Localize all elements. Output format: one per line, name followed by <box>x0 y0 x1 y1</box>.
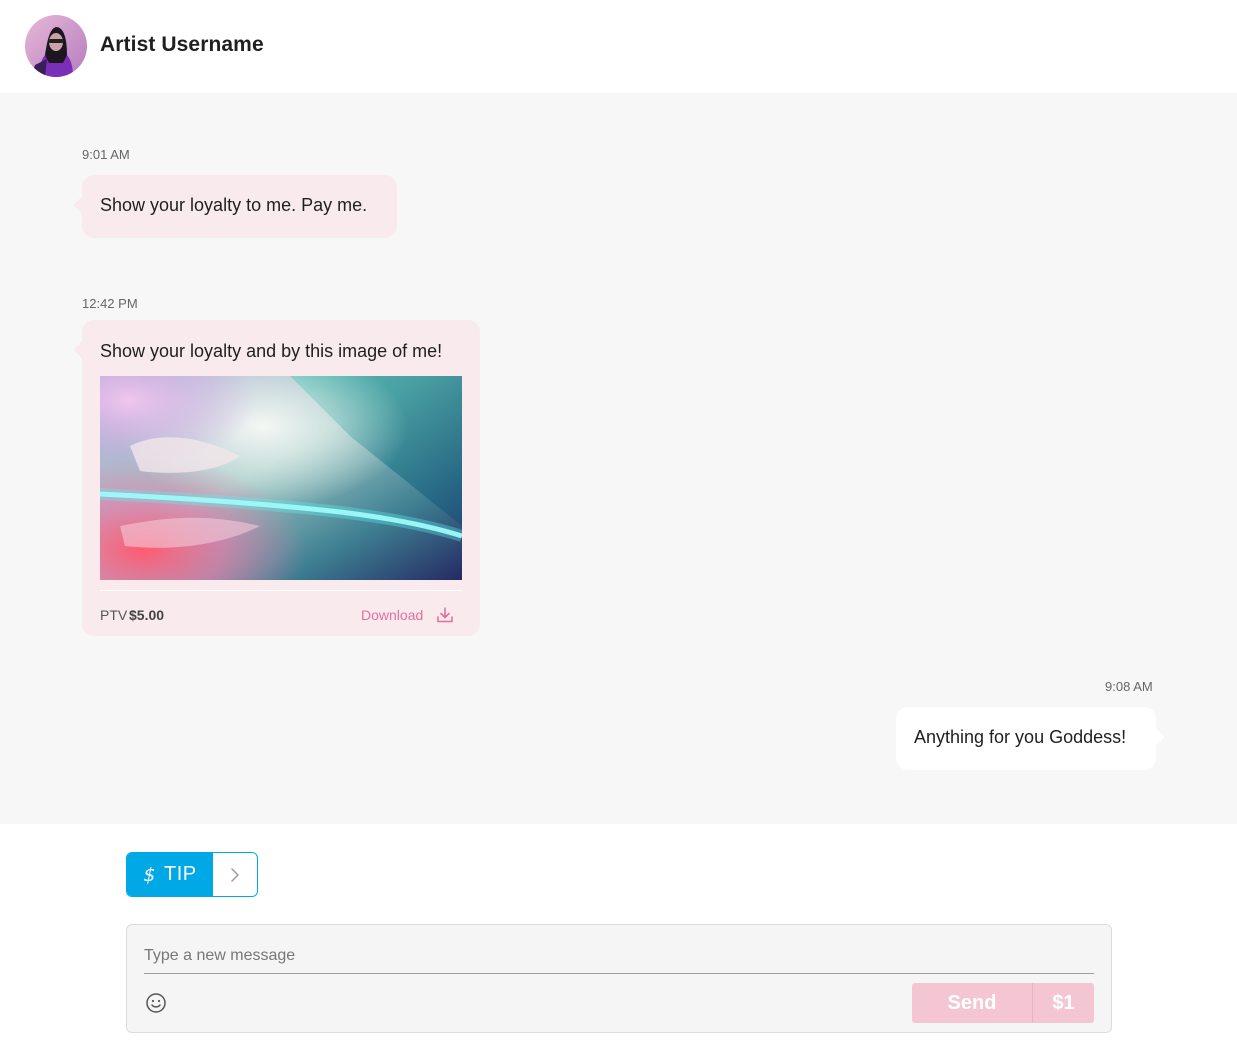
send-group: Send $1 <box>912 983 1094 1023</box>
avatar-image <box>25 15 87 77</box>
message-composer: Send $1 <box>126 924 1112 1033</box>
download-label: Download <box>361 607 424 623</box>
message-timestamp: 12:42 PM <box>82 296 138 311</box>
incoming-message-bubble: Show your loyalty to me. Pay me. <box>82 175 397 238</box>
ptv-label: PTV <box>100 607 128 623</box>
outgoing-message-bubble: Anything for you Goddess! <box>896 707 1156 770</box>
smiley-icon[interactable] <box>145 992 167 1014</box>
message-thread[interactable]: 9:01 AM Show your loyalty to me. Pay me.… <box>0 93 1237 824</box>
tip-expand-button[interactable] <box>213 853 257 896</box>
send-button[interactable]: Send <box>912 983 1033 1023</box>
download-icon <box>437 607 454 623</box>
message-image[interactable] <box>100 376 462 580</box>
tip-label: TIP <box>163 863 197 885</box>
message-text: Anything for you Goddess! <box>914 727 1127 747</box>
message-timestamp: 9:08 AM <box>1105 679 1153 694</box>
chat-header: Artist Username <box>0 0 1237 93</box>
dollar-icon: $ <box>143 863 156 886</box>
download-button[interactable]: Download <box>361 604 454 626</box>
chevron-right-icon <box>231 867 239 882</box>
media-divider <box>100 590 462 591</box>
message-input[interactable] <box>144 939 1094 974</box>
tip-button[interactable]: $ TIP <box>127 853 213 896</box>
message-price-button[interactable]: $1 <box>1033 983 1094 1023</box>
avatar[interactable] <box>25 15 87 77</box>
message-text: Show your loyalty to me. Pay me. <box>100 195 368 215</box>
ptv-price: $5.00 <box>129 607 165 623</box>
incoming-media-message-bubble: Show your loyalty and by this image of m… <box>82 320 480 636</box>
tip-control: $ TIP <box>126 852 258 897</box>
message-text: Show your loyalty and by this image of m… <box>100 341 443 361</box>
message-timestamp: 9:01 AM <box>82 147 130 162</box>
artist-username[interactable]: Artist Username <box>100 33 264 57</box>
